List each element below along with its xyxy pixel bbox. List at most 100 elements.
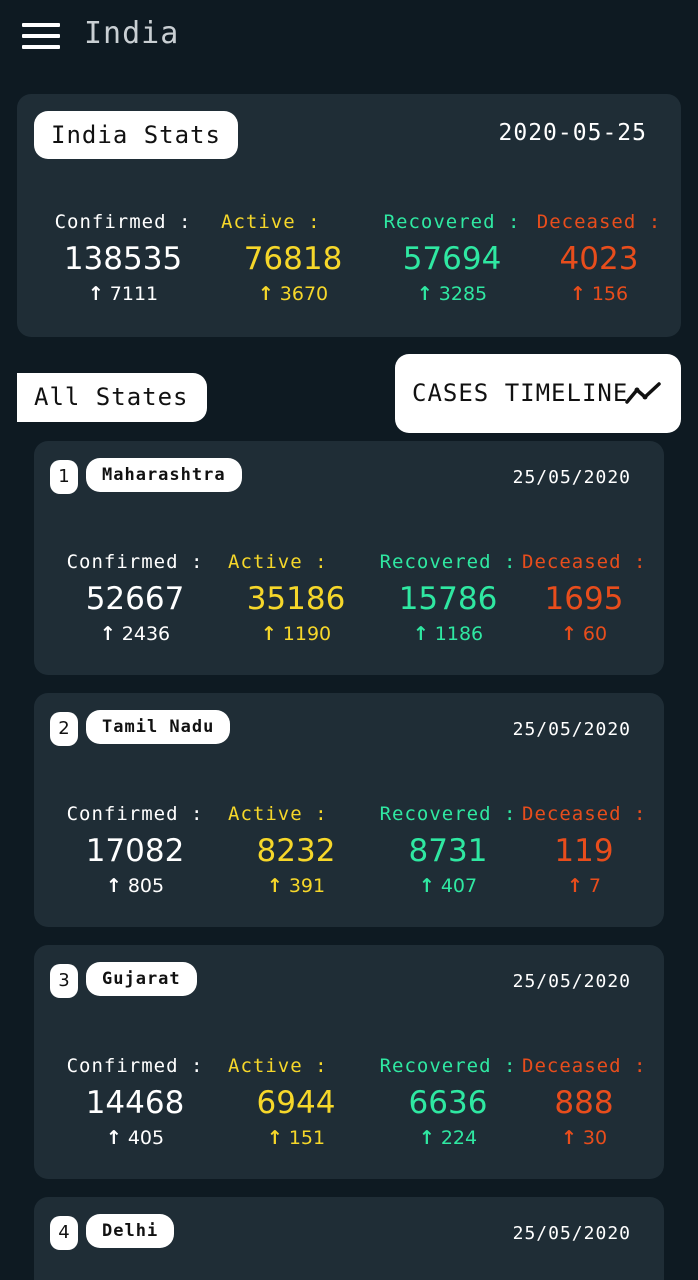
trend-line-icon <box>625 382 661 404</box>
active-stat: Active : 35186 ↑ 1190 <box>220 551 372 645</box>
state-card[interactable]: 1 Maharashtra 25/05/2020 Confirmed : 526… <box>34 441 664 675</box>
state-rank: 1 <box>50 460 78 494</box>
recovered-value: 57694 <box>402 241 502 277</box>
arrow-up-icon: ↑ <box>266 875 283 897</box>
deceased-value: 888 <box>554 1085 614 1121</box>
active-stat: Active : 76818 ↑ 3670 <box>213 211 373 305</box>
recovered-delta-value: 224 <box>440 1127 478 1149</box>
state-date: 25/05/2020 <box>512 971 631 992</box>
recovered-delta: ↑ 1186 <box>378 623 518 645</box>
recovered-stat: Recovered : 8731 ↑ 407 <box>378 803 518 897</box>
arrow-up-icon: ↑ <box>560 623 577 645</box>
hamburger-menu-icon[interactable] <box>22 23 60 49</box>
recovered-label: Recovered : <box>379 1055 517 1077</box>
deceased-delta-value: 7 <box>588 875 601 897</box>
confirmed-delta: ↑ 7111 <box>41 283 205 305</box>
active-delta-value: 391 <box>288 875 326 897</box>
active-value: 8232 <box>256 833 336 869</box>
state-rank: 4 <box>50 1216 78 1250</box>
confirmed-label: Confirmed : <box>54 211 192 233</box>
deceased-delta: ↑ 30 <box>522 1127 646 1149</box>
arrow-up-icon: ↑ <box>418 1127 435 1149</box>
deceased-stat: Deceased : 119 ↑ 7 <box>522 803 646 897</box>
state-date: 25/05/2020 <box>512 467 631 488</box>
recovered-delta: ↑ 407 <box>378 875 518 897</box>
recovered-label: Recovered : <box>383 211 521 233</box>
confirmed-stat: Confirmed : 14468 ↑ 405 <box>58 1055 212 1149</box>
active-value: 35186 <box>246 581 346 617</box>
active-label: Active : <box>221 211 321 233</box>
recovered-stat: Recovered : 15786 ↑ 1186 <box>378 551 518 645</box>
active-value: 6944 <box>256 1085 336 1121</box>
state-rank: 3 <box>50 964 78 998</box>
confirmed-value: 52667 <box>85 581 185 617</box>
arrow-up-icon: ↑ <box>416 283 433 305</box>
arrow-up-icon: ↑ <box>99 623 116 645</box>
recovered-delta-value: 1186 <box>434 623 484 645</box>
deceased-stat: Deceased : 1695 ↑ 60 <box>522 551 646 645</box>
confirmed-delta-value: 7111 <box>109 283 159 305</box>
confirmed-label: Confirmed : <box>66 1055 204 1077</box>
recovered-delta: ↑ 3285 <box>377 283 527 305</box>
active-delta-value: 1190 <box>282 623 332 645</box>
arrow-up-icon: ↑ <box>566 875 583 897</box>
deceased-stat: Deceased : 888 ↑ 30 <box>522 1055 646 1149</box>
recovered-stat: Recovered : 6636 ↑ 224 <box>378 1055 518 1149</box>
active-value: 76818 <box>243 241 343 277</box>
confirmed-label: Confirmed : <box>66 803 204 825</box>
deceased-delta-value: 60 <box>582 623 608 645</box>
confirmed-delta: ↑ 405 <box>58 1127 212 1149</box>
arrow-up-icon: ↑ <box>87 283 104 305</box>
state-card[interactable]: 3 Gujarat 25/05/2020 Confirmed : 14468 ↑… <box>34 945 664 1179</box>
deceased-label: Deceased : <box>536 211 662 233</box>
active-delta: ↑ 3670 <box>213 283 373 305</box>
confirmed-delta-value: 405 <box>127 1127 165 1149</box>
state-name: Gujarat <box>86 962 197 996</box>
cases-timeline-button[interactable]: CASES TIMELINE <box>395 354 681 433</box>
confirmed-delta-value: 2436 <box>121 623 171 645</box>
arrow-up-icon: ↑ <box>569 283 586 305</box>
state-name: Maharashtra <box>86 458 242 492</box>
active-stat: Active : 8232 ↑ 391 <box>220 803 372 897</box>
recovered-delta: ↑ 224 <box>378 1127 518 1149</box>
recovered-value: 8731 <box>408 833 488 869</box>
state-card[interactable]: 2 Tamil Nadu 25/05/2020 Confirmed : 1708… <box>34 693 664 927</box>
deceased-delta-value: 30 <box>582 1127 608 1149</box>
all-states-label: All States <box>17 373 207 422</box>
cases-timeline-label: CASES TIMELINE <box>412 379 629 407</box>
active-label: Active : <box>228 1055 328 1077</box>
confirmed-delta: ↑ 805 <box>58 875 212 897</box>
confirmed-label: Confirmed : <box>66 551 204 573</box>
deceased-delta: ↑ 60 <box>522 623 646 645</box>
india-stats-date: 2020-05-25 <box>498 120 647 146</box>
deceased-label: Deceased : <box>522 551 647 573</box>
arrow-up-icon: ↑ <box>105 1127 122 1149</box>
deceased-delta: ↑ 7 <box>522 875 646 897</box>
arrow-up-icon: ↑ <box>560 1127 577 1149</box>
recovered-stat: Recovered : 57694 ↑ 3285 <box>377 211 527 305</box>
state-name: Delhi <box>86 1214 175 1248</box>
deceased-value: 119 <box>554 833 614 869</box>
recovered-value: 15786 <box>398 581 498 617</box>
deceased-stat: Deceased : 4023 ↑ 156 <box>532 211 666 305</box>
active-delta-value: 151 <box>288 1127 326 1149</box>
confirmed-value: 14468 <box>85 1085 185 1121</box>
active-stat: Active : 6944 ↑ 151 <box>220 1055 372 1149</box>
arrow-up-icon: ↑ <box>266 1127 283 1149</box>
active-delta: ↑ 1190 <box>220 623 372 645</box>
deceased-value: 4023 <box>559 241 639 277</box>
state-name: Tamil Nadu <box>86 710 231 744</box>
arrow-up-icon: ↑ <box>418 875 435 897</box>
confirmed-stat: Confirmed : 52667 ↑ 2436 <box>58 551 212 645</box>
active-delta-value: 3670 <box>279 283 329 305</box>
top-app-bar: India <box>0 0 698 76</box>
confirmed-stat: Confirmed : 17082 ↑ 805 <box>58 803 212 897</box>
india-stats-title: India Stats <box>34 111 238 159</box>
active-delta: ↑ 391 <box>220 875 372 897</box>
state-rank: 2 <box>50 712 78 746</box>
arrow-up-icon: ↑ <box>260 623 277 645</box>
state-card[interactable]: 4 Delhi 25/05/2020 <box>34 1197 664 1280</box>
active-label: Active : <box>228 803 328 825</box>
recovered-label: Recovered : <box>379 803 517 825</box>
confirmed-value: 138535 <box>63 241 183 277</box>
